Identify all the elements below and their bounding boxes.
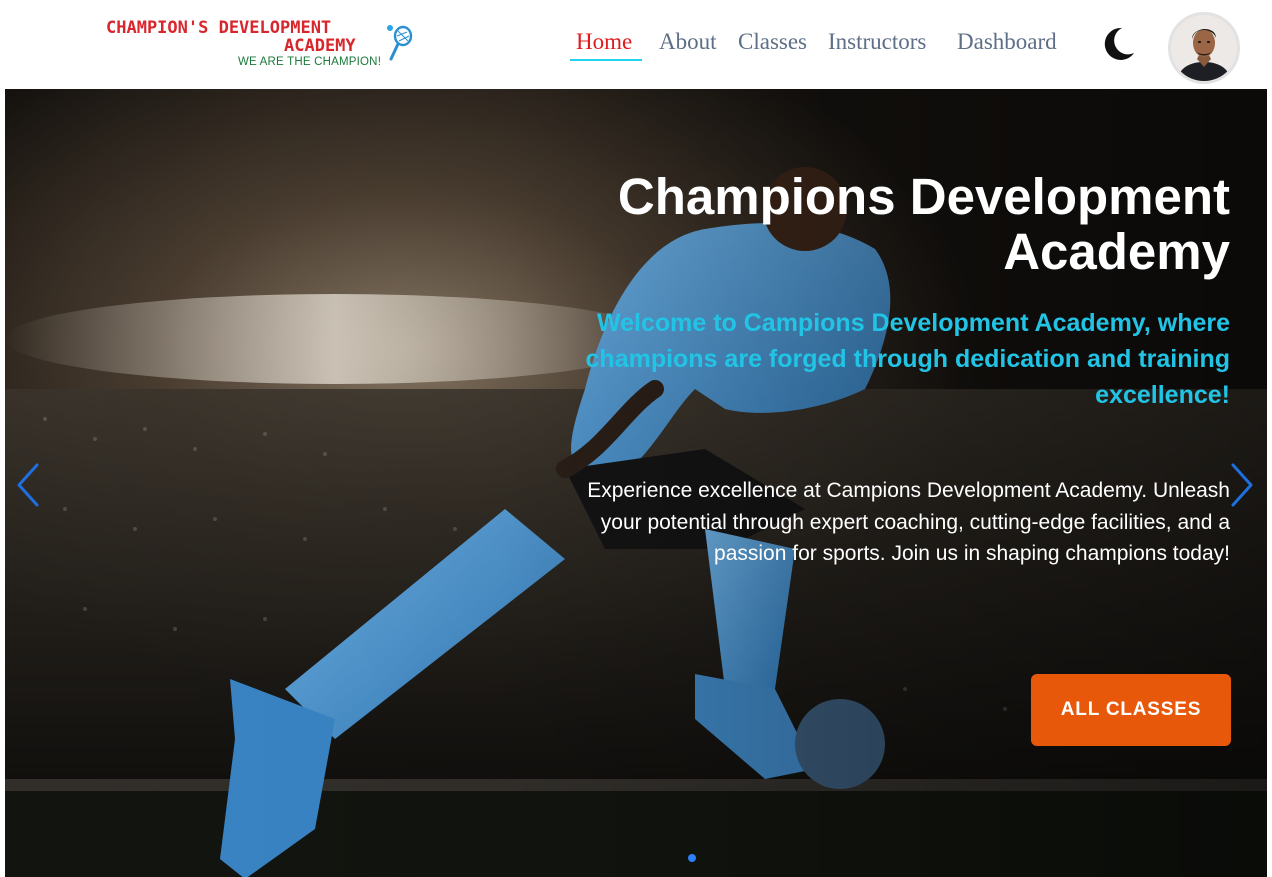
chevron-right-icon[interactable] xyxy=(1227,461,1257,509)
chevron-left-icon[interactable] xyxy=(13,461,43,509)
hero-carousel: Champions Development Academy Welcome to… xyxy=(5,89,1267,877)
all-classes-button[interactable]: ALL CLASSES xyxy=(1031,674,1231,746)
nav-about[interactable]: About xyxy=(659,22,717,62)
nav-dashboard[interactable]: Dashboard xyxy=(957,22,1057,62)
site-header: CHAMPION'S DEVELOPMENT ACADEMY WE ARE TH… xyxy=(0,0,1272,89)
moon-icon[interactable] xyxy=(1100,24,1138,64)
hero-description: Experience excellence at Campions Develo… xyxy=(587,479,1230,565)
logo-tagline: WE ARE THE CHAMPION! xyxy=(238,56,382,68)
user-avatar[interactable] xyxy=(1168,12,1240,84)
nav-home[interactable]: Home xyxy=(576,22,632,62)
hero-title: Champions Development Academy xyxy=(617,168,1230,280)
nav-active-indicator xyxy=(570,59,642,61)
avatar-portrait xyxy=(1171,15,1237,81)
tennis-racket-icon xyxy=(387,25,413,61)
logo-name-line2: ACADEMY xyxy=(284,36,356,56)
carousel-indicator-dot[interactable] xyxy=(688,854,696,862)
nav-instructors[interactable]: Instructors xyxy=(828,22,926,62)
logo-name-line1: CHAMPION'S DEVELOPMENT xyxy=(106,18,332,38)
nav-classes[interactable]: Classes xyxy=(738,22,807,62)
academy-logo[interactable]: CHAMPION'S DEVELOPMENT ACADEMY WE ARE TH… xyxy=(106,17,416,73)
hero-subtitle: Welcome to Campions Development Academy,… xyxy=(585,309,1230,409)
